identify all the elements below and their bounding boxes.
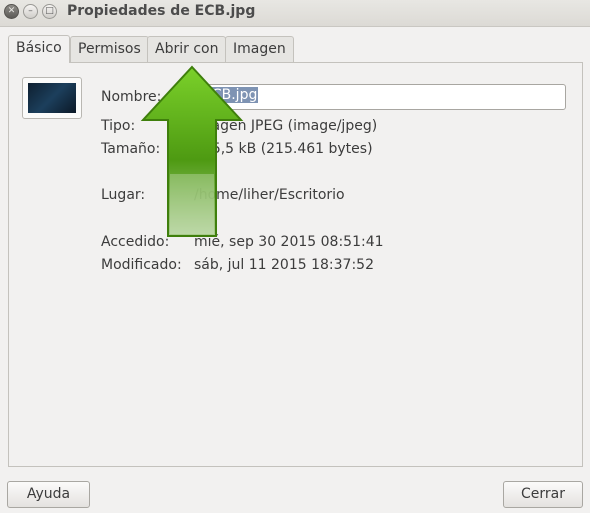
help-button[interactable]: Ayuda	[7, 481, 90, 508]
name-field[interactable]: ECB.jpg	[195, 84, 566, 110]
type-label: Tipo:	[101, 118, 136, 134]
window-title: Propiedades de ECB.jpg	[67, 3, 256, 19]
location-label: Lugar:	[101, 187, 146, 203]
file-thumbnail	[22, 77, 82, 119]
thumbnail-image	[28, 83, 76, 113]
tab-permisos[interactable]: Permisos	[70, 36, 149, 62]
up-arrow-icon	[140, 65, 244, 237]
modified-label: Modificado:	[101, 257, 182, 273]
tab-abrir-con[interactable]: Abrir con	[147, 36, 227, 62]
tab-imagen[interactable]: Imagen	[225, 36, 294, 62]
tab-basico[interactable]: Básico	[8, 35, 70, 63]
maximize-icon[interactable]: □	[42, 4, 57, 19]
title-bar: ✕ – □ Propiedades de ECB.jpg	[0, 0, 590, 27]
close-icon[interactable]: ✕	[4, 4, 19, 19]
close-button[interactable]: Cerrar	[503, 481, 583, 508]
minimize-icon[interactable]: –	[23, 4, 38, 19]
modified-value: sáb, jul 11 2015 18:37:52	[194, 257, 374, 273]
